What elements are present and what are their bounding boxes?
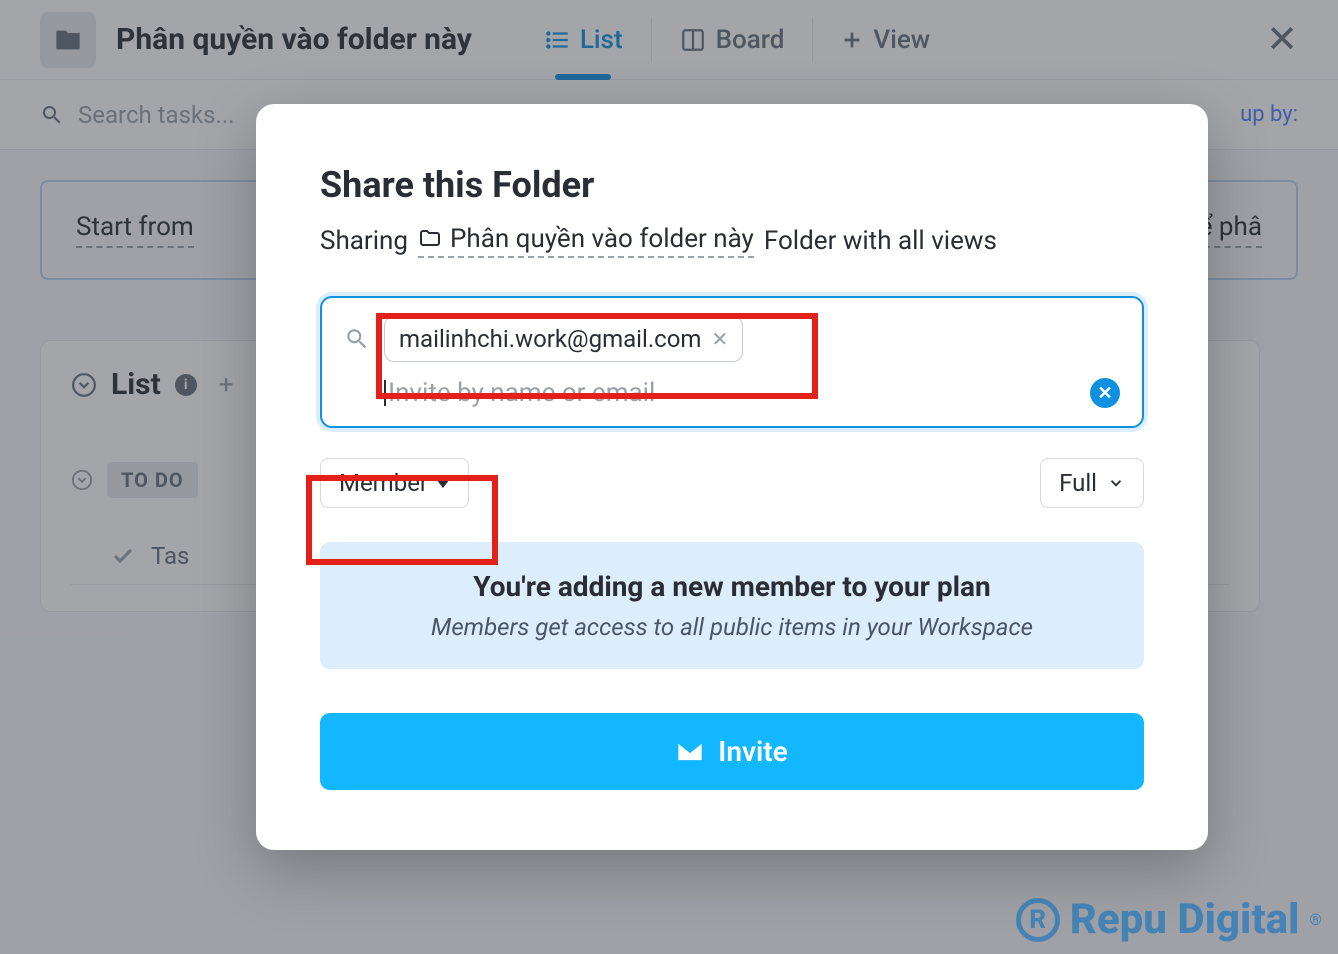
invite-button[interactable]: Invite	[320, 713, 1144, 790]
chip-email-text: mailinhchi.work@gmail.com	[399, 325, 701, 353]
member-info-panel: You're adding a new member to your plan …	[320, 542, 1144, 669]
role-dropdown[interactable]: Member	[320, 458, 469, 508]
share-scope: Folder with all views	[764, 226, 997, 256]
modal-title: Share this Folder	[320, 164, 1144, 206]
folder-icon	[418, 227, 442, 251]
role-label: Member	[339, 469, 428, 497]
permission-label: Full	[1059, 469, 1097, 497]
remove-chip-icon[interactable]: ✕	[711, 327, 728, 351]
sharing-context: Sharing Phân quyền vào folder này Folder…	[320, 224, 1144, 258]
invite-input[interactable]: Invite by name or email	[384, 378, 655, 408]
watermark-text: Repu Digital	[1070, 895, 1300, 944]
sharing-word: Sharing	[320, 226, 408, 256]
watermark-logo-icon: R	[1016, 898, 1060, 942]
caret-down-icon	[436, 479, 450, 488]
share-folder-modal: Share this Folder Sharing Phân quyền vào…	[256, 104, 1208, 850]
invite-input-box[interactable]: mailinhchi.work@gmail.com ✕ Invite by na…	[320, 296, 1144, 428]
watermark: R Repu Digital®	[1016, 895, 1322, 944]
info-title: You're adding a new member to your plan	[350, 570, 1114, 603]
info-subtitle: Members get access to all public items i…	[350, 613, 1114, 641]
role-permission-row: Member Full	[320, 458, 1144, 508]
email-chip: mailinhchi.work@gmail.com ✕	[384, 316, 743, 362]
folder-name: Phân quyền vào folder này	[450, 224, 754, 254]
chevron-down-icon	[1107, 474, 1125, 492]
clear-input-icon[interactable]: ✕	[1090, 378, 1120, 408]
envelope-icon	[676, 738, 704, 766]
search-icon	[344, 326, 370, 352]
invite-button-label: Invite	[718, 735, 787, 768]
folder-link[interactable]: Phân quyền vào folder này	[418, 224, 754, 258]
permission-dropdown[interactable]: Full	[1040, 458, 1144, 508]
